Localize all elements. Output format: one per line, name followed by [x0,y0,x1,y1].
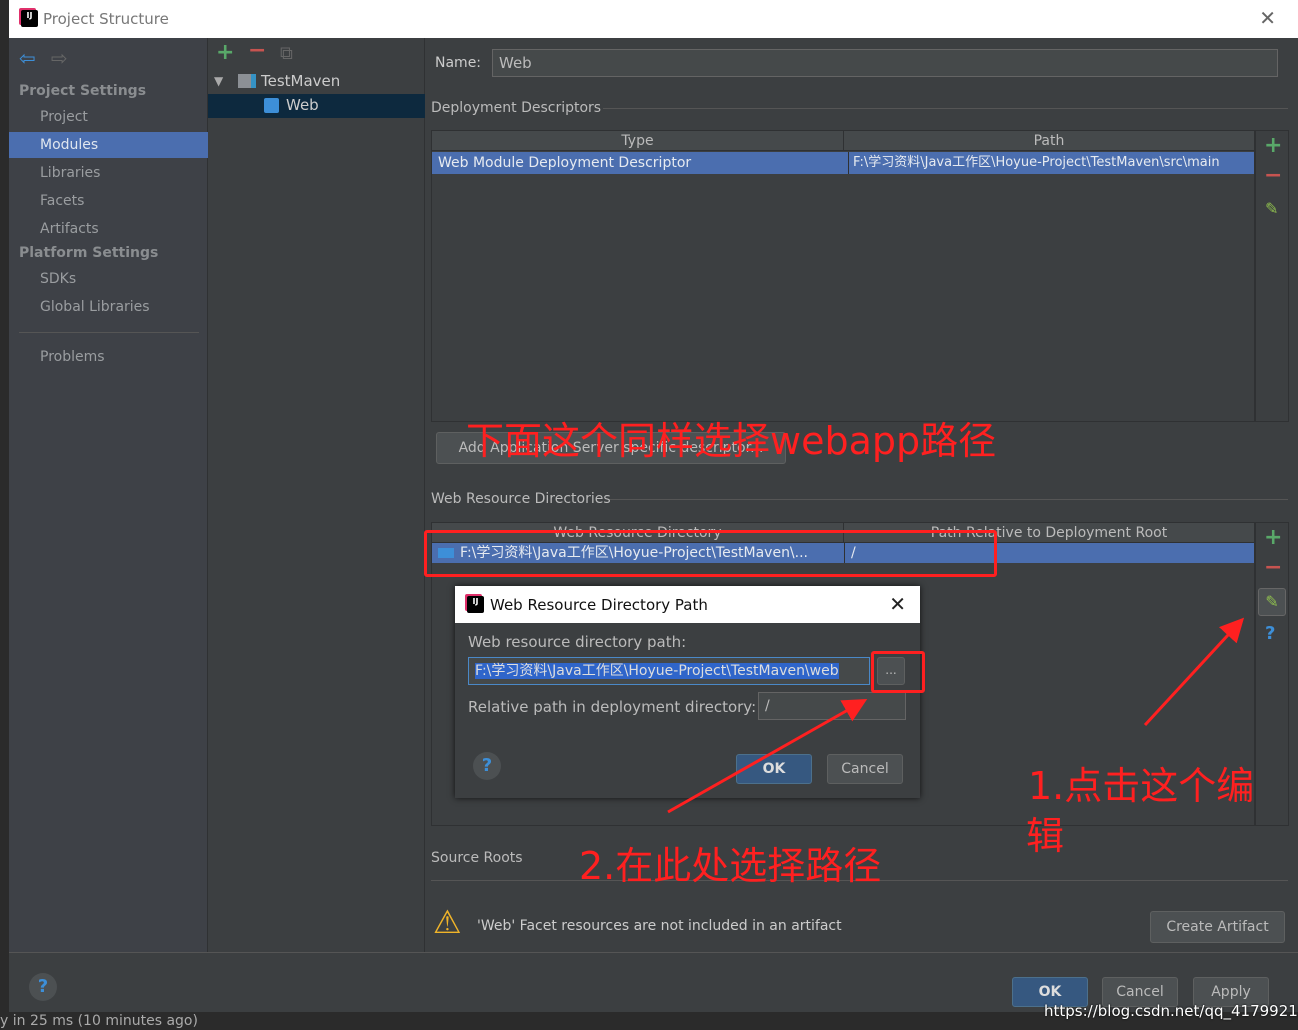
footer-divider [9,952,1298,953]
edit-descriptor-icon[interactable]: ✎ [1265,199,1278,218]
web-resource-directory-dialog: IJ Web Resource Directory Path ✕ Web res… [455,586,920,798]
source-roots-title: Source Roots [431,850,523,866]
sidebar-item-sdks[interactable]: SDKs [9,266,208,292]
divider [19,332,199,333]
path-label: Web resource directory path: [468,633,687,651]
title-bar: IJ Project Structure ✕ [9,0,1298,38]
add-icon[interactable]: + [216,40,234,65]
sidebar: ⇦ ⇨ Project Settings Project Modules Lib… [9,38,208,952]
add-descriptor-icon[interactable]: + [1264,133,1282,158]
annotation-click-edit: 1.点击这个编 [1028,764,1255,808]
remove-descriptor-icon[interactable]: − [1264,163,1282,188]
sidebar-item-facets[interactable]: Facets [9,188,208,214]
expand-arrow-icon[interactable]: ▼ [214,74,223,88]
annotation-webapp-path: 下面这个同样选择webapp路径 [466,419,997,463]
create-artifact-button[interactable]: Create Artifact [1150,911,1285,943]
tree-root-label[interactable]: TestMaven [261,72,340,90]
intellij-logo-icon: IJ [21,10,38,27]
facet-editor: Name: Web Deployment Descriptors Type Pa… [425,38,1290,952]
warning-message: 'Web' Facet resources are not included i… [477,918,842,934]
dialog-close-icon[interactable]: ✕ [889,592,906,616]
background-status: y in 25 ms (10 minutes ago) [0,1013,198,1029]
help-button[interactable]: ? [29,973,57,1001]
highlight-web-resource-row [424,530,997,577]
table-toolbar: + − ✎ ? [1255,522,1289,826]
dialog-help-button[interactable]: ? [473,752,501,780]
help-icon[interactable]: ? [1265,623,1275,644]
tree-child-label: Web [286,96,319,114]
name-input[interactable]: Web [492,49,1278,77]
annotation-choose-path: 2.在此处选择路径 [579,844,882,888]
tree-item-web[interactable]: Web [208,94,425,118]
watermark: https://blog.csdn.net/qq_41799219 [1044,1002,1298,1020]
name-label: Name: [435,55,482,71]
path-value: F:\学习资料\Java工作区\Hoyue-Project\TestMaven\… [475,663,839,679]
copy-icon[interactable]: ⧉ [280,43,293,64]
remove-directory-icon[interactable]: − [1264,555,1282,580]
close-icon[interactable]: ✕ [1259,6,1276,30]
folder-icon [238,74,256,88]
sidebar-item-problems[interactable]: Problems [9,344,208,370]
table-row[interactable]: Web Module Deployment Descriptor F:\学习资料… [432,152,1254,174]
web-facet-icon [264,98,279,113]
path-input[interactable]: F:\学习资料\Java工作区\Hoyue-Project\TestMaven\… [468,657,870,685]
web-resource-directories-title: Web Resource Directories [431,491,611,507]
dialog-cancel-button[interactable]: Cancel [827,754,903,784]
highlight-browse-button [871,651,925,693]
back-icon[interactable]: ⇦ [19,46,36,70]
project-settings-header: Project Settings [19,83,147,99]
module-tree: + − ⧉ ▼ TestMaven Web [208,38,425,952]
warning-icon: ⚠ [433,903,462,941]
sidebar-item-artifacts[interactable]: Artifacts [9,216,208,242]
deployment-descriptors-table: Type Path Web Module Deployment Descript… [431,130,1255,422]
intellij-logo-icon: IJ [467,596,484,613]
forward-icon[interactable]: ⇨ [51,46,68,70]
cell-path: F:\学习资料\Java工作区\Hoyue-Project\TestMaven\… [848,152,1220,174]
relative-path-label: Relative path in deployment directory: [468,698,757,716]
edit-directory-icon[interactable]: ✎ [1258,588,1286,616]
sidebar-item-modules[interactable]: Modules [9,132,208,158]
add-directory-icon[interactable]: + [1264,525,1282,550]
column-header-path[interactable]: Path [844,131,1254,151]
cell-type: Web Module Deployment Descriptor [438,155,692,171]
dialog-ok-button[interactable]: OK [736,754,812,784]
relative-path-input[interactable]: / [758,692,906,720]
deployment-descriptors-title: Deployment Descriptors [431,100,602,116]
dialog-title-bar: IJ Web Resource Directory Path ✕ [455,586,920,623]
table-toolbar: + − ✎ [1255,130,1289,422]
sidebar-item-global-libraries[interactable]: Global Libraries [9,294,208,320]
remove-icon[interactable]: − [248,38,266,63]
window-title: Project Structure [43,10,169,28]
annotation-click-edit-cont: 辑 [1026,814,1065,858]
sidebar-item-project[interactable]: Project [9,104,208,130]
platform-settings-header: Platform Settings [19,245,159,261]
dialog-title: Web Resource Directory Path [490,596,708,614]
sidebar-item-libraries[interactable]: Libraries [9,160,208,186]
column-header-type[interactable]: Type [432,131,844,151]
